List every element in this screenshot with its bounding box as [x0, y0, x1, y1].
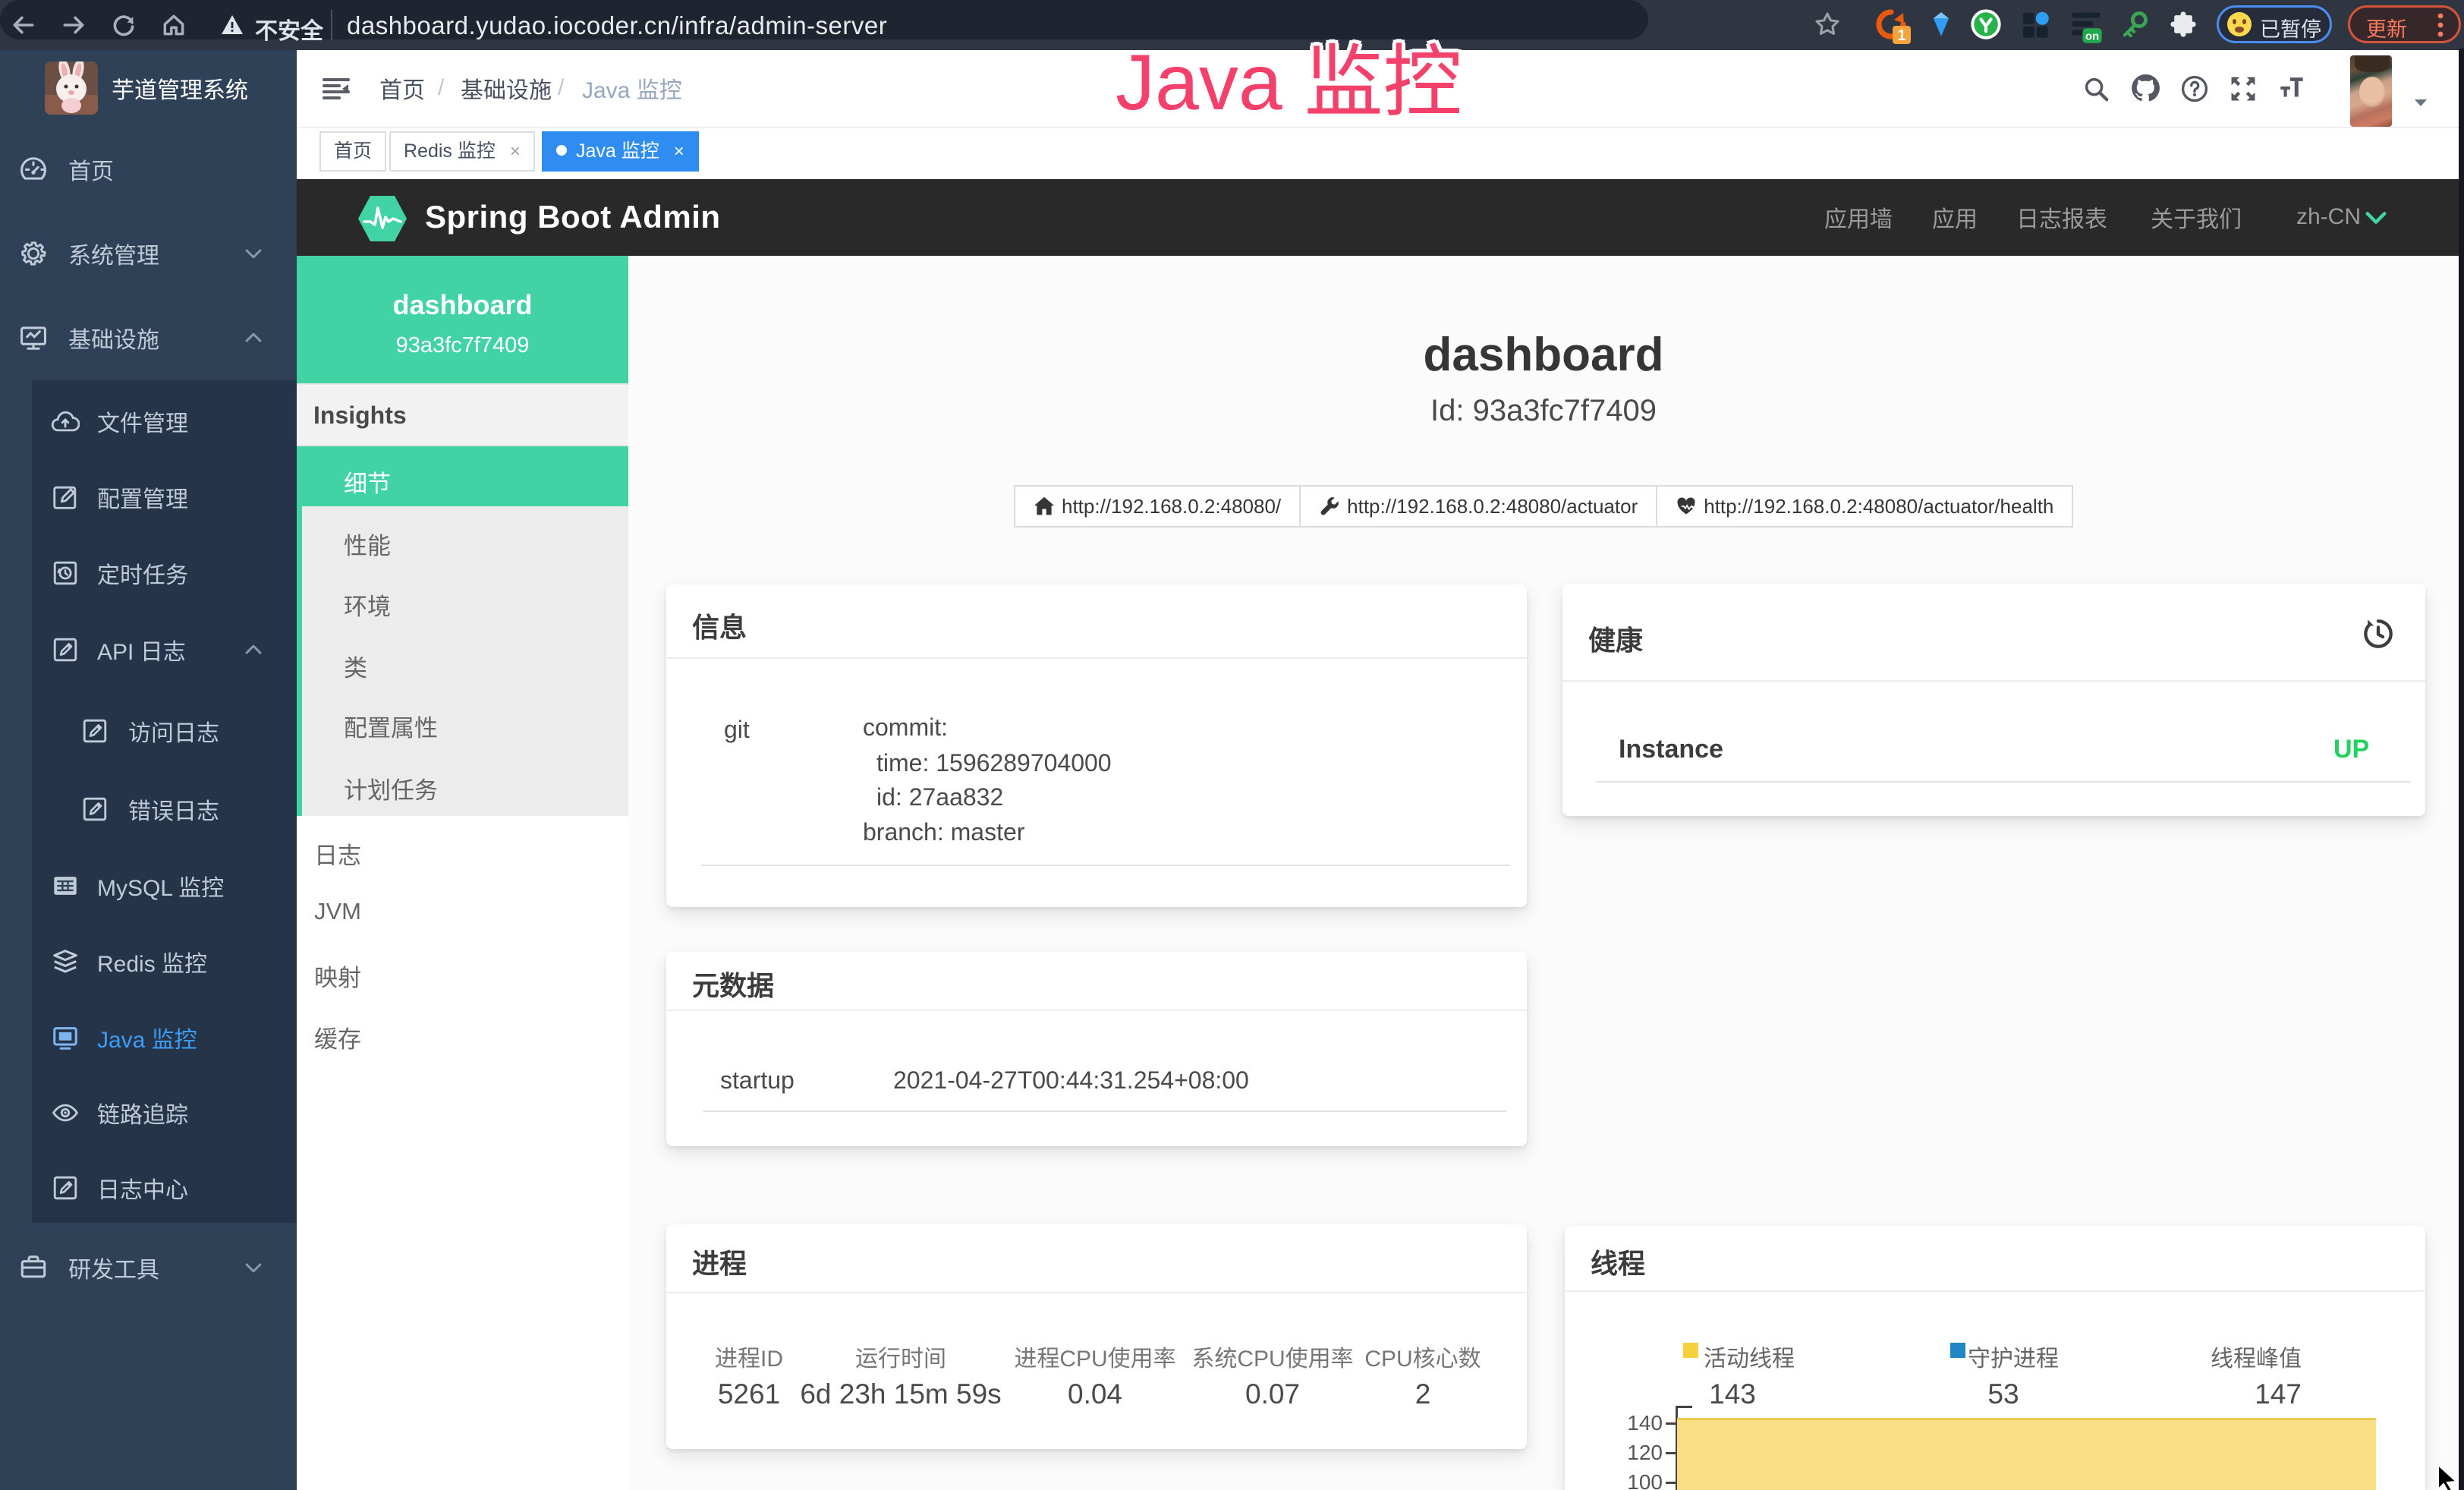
- svg-text:1: 1: [1897, 27, 1905, 44]
- svg-text:on: on: [2085, 30, 2099, 43]
